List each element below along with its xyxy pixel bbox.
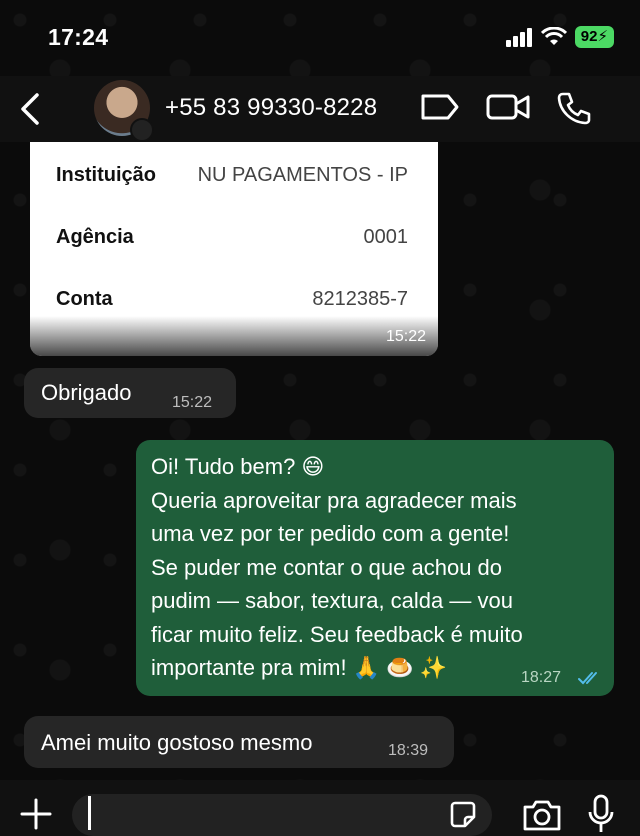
incoming-message[interactable]: Obrigado 15:22 xyxy=(24,368,236,418)
receipt-label: Agência xyxy=(56,226,134,248)
status-bar: 17:24 92⚡ xyxy=(0,0,640,76)
back-arrow-icon[interactable] xyxy=(18,92,42,126)
message-time: 18:27 xyxy=(521,669,562,686)
signal-icon xyxy=(505,28,532,47)
outgoing-message[interactable]: Oi! Tudo bem? 😄 Queria aproveitar pra ag… xyxy=(136,440,614,696)
receipt-image-message[interactable]: Instituição NU PAGAMENTOS - IP Agência 0… xyxy=(30,142,438,356)
sticker-icon[interactable] xyxy=(448,800,478,830)
receipt-value: 8212385-7 xyxy=(312,288,408,310)
receipt-row: Conta 8212385-7 xyxy=(56,288,408,318)
status-ring-icon xyxy=(130,118,154,142)
image-fade-overlay xyxy=(30,316,438,356)
status-icons: 92⚡ xyxy=(505,26,614,48)
receipt-label: Instituição xyxy=(56,164,157,186)
text-cursor xyxy=(88,796,91,830)
message-text: Oi! Tudo bem? 😄 Queria aproveitar pra ag… xyxy=(151,454,523,680)
receipt-value: NU PAGAMENTOS - IP xyxy=(197,164,408,186)
label-tag-icon[interactable] xyxy=(420,91,460,123)
phone-call-icon[interactable] xyxy=(556,91,592,125)
plus-icon[interactable] xyxy=(18,796,54,832)
read-receipt-icon xyxy=(578,672,597,685)
receipt-row: Agência 0001 xyxy=(56,226,408,256)
camera-icon[interactable] xyxy=(522,798,562,832)
charging-icon: ⚡ xyxy=(597,28,608,45)
receipt-value: 0001 xyxy=(363,226,409,248)
microphone-icon[interactable] xyxy=(586,794,616,834)
video-call-icon[interactable] xyxy=(486,91,530,123)
incoming-message[interactable]: Amei muito gostoso mesmo 18:39 xyxy=(24,716,454,768)
message-input-bar xyxy=(0,780,640,836)
wifi-icon xyxy=(540,27,567,45)
contact-name[interactable]: +55 83 99330-8228 xyxy=(165,94,377,122)
message-text: Obrigado xyxy=(41,380,132,405)
receipt-label: Conta xyxy=(56,288,113,310)
message-time: 15:22 xyxy=(172,394,213,411)
message-text: Amei muito gostoso mesmo xyxy=(41,730,313,755)
status-time: 17:24 xyxy=(48,24,109,50)
battery-level: 92 xyxy=(580,28,598,45)
message-time: 15:22 xyxy=(385,328,426,345)
receipt-row: Instituição NU PAGAMENTOS - IP xyxy=(56,164,408,194)
battery-indicator: 92⚡ xyxy=(574,26,614,48)
chat-header: +55 83 99330-8228 xyxy=(0,76,640,142)
message-input[interactable] xyxy=(72,794,492,836)
message-time: 18:39 xyxy=(388,742,429,759)
